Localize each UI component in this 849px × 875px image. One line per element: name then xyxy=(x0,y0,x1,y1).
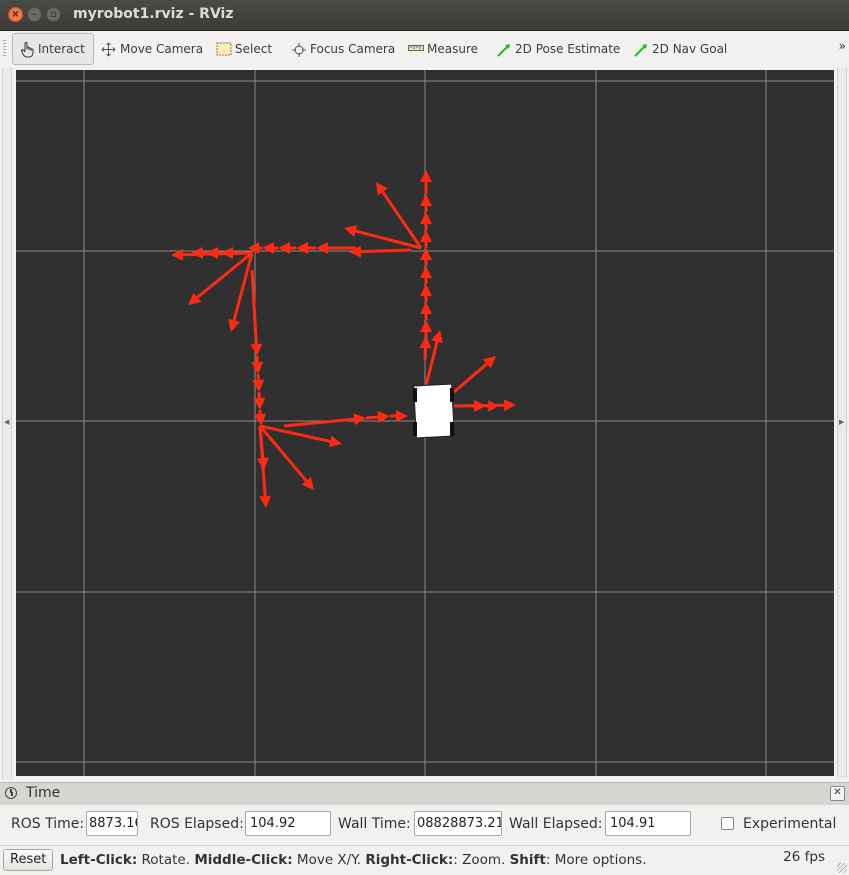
robot-wheel xyxy=(450,388,454,402)
tool-2d-pose-estimate[interactable]: 2D Pose Estimate xyxy=(496,33,620,65)
close-panel-button[interactable]: ✕ xyxy=(830,786,845,801)
pose-arrow xyxy=(426,330,443,386)
chevron-left-icon: ◀ xyxy=(4,418,9,426)
pose-arrow xyxy=(486,400,498,412)
hint-left-click: Left-Click: xyxy=(60,852,137,868)
pose-arrow xyxy=(420,230,432,248)
ros-time-field[interactable]: 8873.16 xyxy=(86,811,138,836)
tool-measure[interactable]: Measure xyxy=(408,33,478,65)
tool-label: Focus Camera xyxy=(310,42,395,56)
pose-array-arrows xyxy=(171,170,516,508)
pose-arrow xyxy=(296,242,316,254)
ros-elapsed-field[interactable]: 104.92 xyxy=(245,811,331,836)
pose-arrow xyxy=(284,413,366,426)
move-camera-icon xyxy=(101,42,115,56)
green-arrow-icon xyxy=(496,42,510,56)
robot-model xyxy=(413,384,454,438)
robot-wheel xyxy=(413,422,417,436)
experimental-checkbox[interactable] xyxy=(721,817,734,830)
focus-camera-icon xyxy=(291,42,305,56)
tool-select[interactable]: Select xyxy=(216,33,272,65)
pose-arrow xyxy=(349,246,411,258)
minimize-window-button[interactable]: – xyxy=(27,7,42,22)
pose-arrow xyxy=(420,320,432,338)
pose-arrow xyxy=(420,336,432,360)
ros-elapsed-label: ROS Elapsed: xyxy=(150,816,244,832)
hint-more: : More options. xyxy=(546,852,647,868)
pose-arrow xyxy=(454,356,496,392)
pose-arrow xyxy=(420,212,432,230)
window-titlebar: × – ▫ myrobot1.rviz - RViz xyxy=(0,0,849,31)
pose-arrow xyxy=(228,253,252,332)
tools-toolbar: Interact Move Camera Select Focus Camera… xyxy=(0,31,849,67)
pose-arrow xyxy=(420,194,432,212)
left-dock-collapse-handle[interactable]: ◀ xyxy=(2,68,12,778)
tool-focus-camera[interactable]: Focus Camera xyxy=(291,33,395,65)
pose-arrow xyxy=(420,302,432,320)
wall-elapsed-label: Wall Elapsed: xyxy=(509,816,602,832)
robot-wheel xyxy=(413,388,417,402)
tool-label: Interact xyxy=(38,42,85,56)
pose-arrow xyxy=(251,356,263,374)
tool-label: Move Camera xyxy=(120,42,203,56)
hint-move: Move X/Y. xyxy=(293,852,366,868)
window-title: myrobot1.rviz - RViz xyxy=(73,6,233,22)
hint-right-click: Right-Click: xyxy=(365,852,453,868)
experimental-label: Experimental xyxy=(743,816,836,832)
tool-label: Select xyxy=(235,42,272,56)
tool-label: Measure xyxy=(427,42,478,56)
wall-time-label: Wall Time: xyxy=(338,816,411,832)
tool-move-camera[interactable]: Move Camera xyxy=(101,33,203,65)
pose-arrow xyxy=(262,242,278,254)
tool-2d-nav-goal[interactable]: 2D Nav Goal xyxy=(633,33,727,65)
hint-rotate: Rotate. xyxy=(137,852,194,868)
tool-label: 2D Pose Estimate xyxy=(515,42,620,56)
chevron-right-icon: ▶ xyxy=(839,418,844,426)
tool-label: 2D Nav Goal xyxy=(652,42,727,56)
time-panel-body: ROS Time: 8873.16 ROS Elapsed: 104.92 Wa… xyxy=(0,805,849,843)
window-controls: × – ▫ xyxy=(8,7,61,22)
fps-counter: 26 fps xyxy=(783,849,825,865)
pose-arrow xyxy=(390,410,408,422)
hint-middle-click: Middle-Click: xyxy=(194,852,292,868)
time-panel-title: Time xyxy=(26,785,60,801)
window-resize-grip[interactable] xyxy=(837,863,847,873)
pose-arrow xyxy=(250,270,262,356)
pose-arrow xyxy=(278,242,296,254)
pose-arrow xyxy=(188,253,252,305)
hand-pointer-icon xyxy=(19,42,33,56)
green-arrow-icon xyxy=(633,42,647,56)
tool-interact[interactable]: Interact xyxy=(12,33,94,65)
close-window-button[interactable]: × xyxy=(8,7,23,22)
pose-arrow xyxy=(254,410,266,426)
toolbar-grip[interactable] xyxy=(3,40,6,58)
ros-time-label: ROS Time: xyxy=(11,816,84,832)
pose-arrow xyxy=(420,266,432,284)
hint-zoom: : Zoom. xyxy=(453,852,509,868)
time-panel-header: Time ✕ xyxy=(0,782,849,805)
pose-arrow xyxy=(252,374,264,392)
mouse-hint-text: Left-Click: Rotate. Middle-Click: Move X… xyxy=(60,852,647,868)
right-dock-collapse-handle[interactable]: ▶ xyxy=(837,68,847,778)
ruler-icon xyxy=(408,42,422,56)
robot-body xyxy=(414,384,455,438)
status-bar: Reset Left-Click: Rotate. Middle-Click: … xyxy=(0,845,849,875)
toolbar-overflow-button[interactable]: » xyxy=(839,39,846,53)
reset-button[interactable]: Reset xyxy=(3,849,53,871)
robot-wheel xyxy=(450,422,454,436)
pose-arrow xyxy=(471,400,486,412)
pose-arrow xyxy=(420,284,432,302)
3d-render-viewport[interactable] xyxy=(16,70,834,776)
hint-shift: Shift xyxy=(510,852,546,868)
scene-canvas xyxy=(16,70,834,776)
pose-arrow xyxy=(420,170,432,194)
pose-arrow xyxy=(260,426,342,447)
select-box-icon xyxy=(216,42,230,56)
wall-time-field[interactable]: 08828873.21 xyxy=(414,811,502,836)
maximize-window-button[interactable]: ▫ xyxy=(46,7,61,22)
pose-arrow xyxy=(454,399,516,411)
clock-icon xyxy=(5,787,17,799)
wall-elapsed-field[interactable]: 104.91 xyxy=(605,811,691,836)
